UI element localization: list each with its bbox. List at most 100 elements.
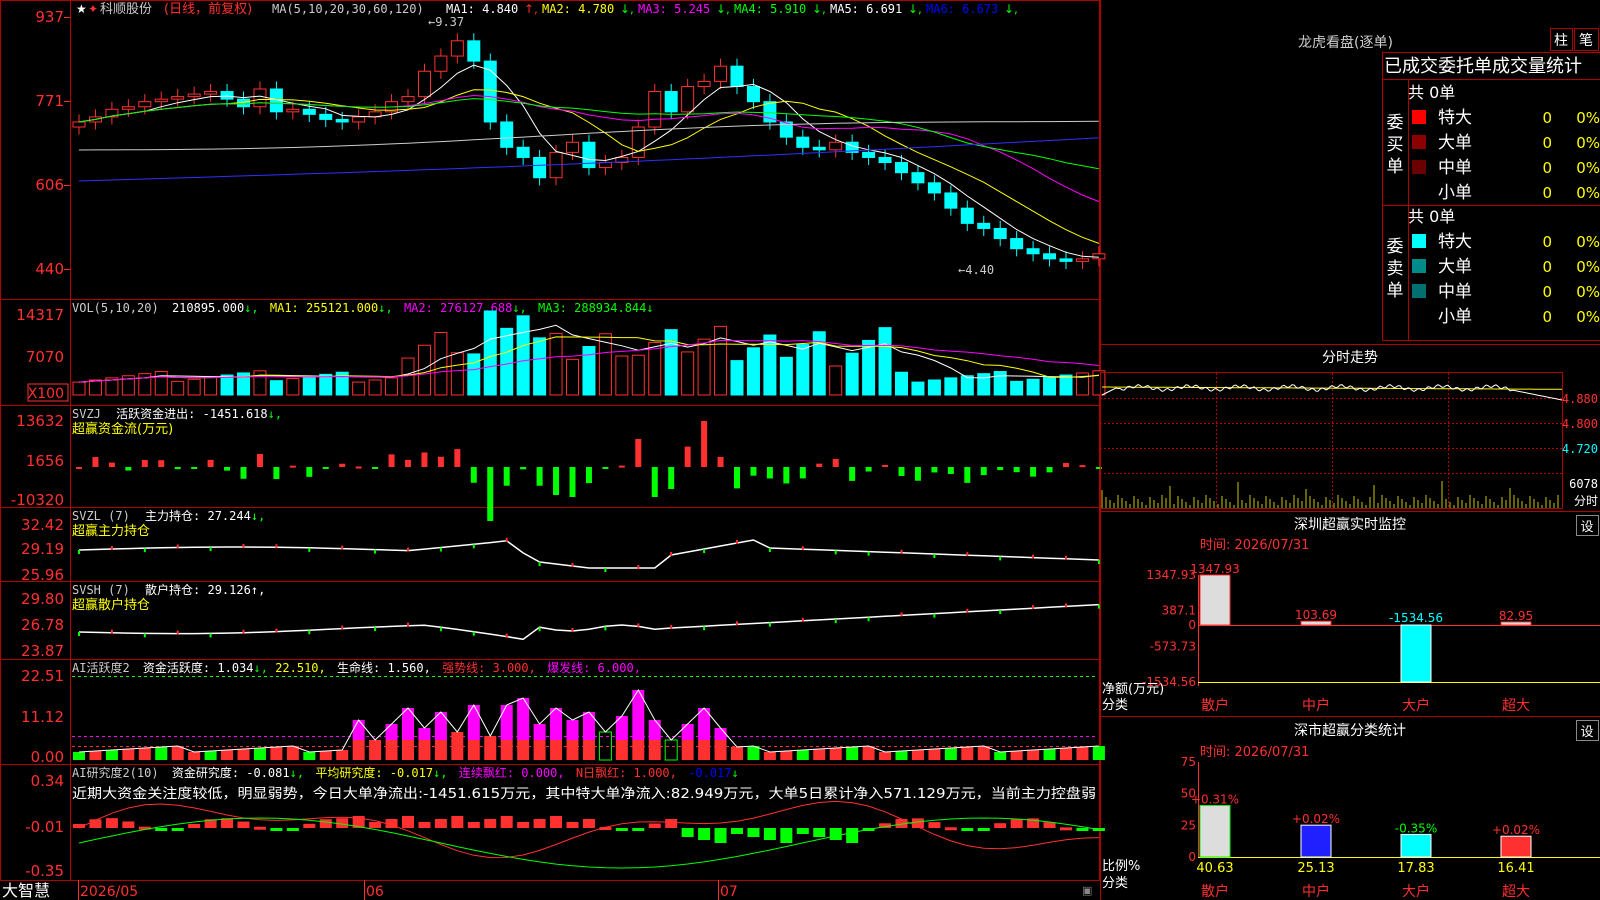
volume-bar: [730, 360, 744, 396]
svzl-line-tick: [176, 544, 179, 549]
activity-bar: [204, 751, 217, 760]
candle-body: [154, 98, 168, 103]
monitor-time: 时间: 2026/07/31: [1200, 538, 1309, 553]
volume-panel[interactable]: 14317 7070 X100 VOL(5,10,20) 210895.000↓…: [16, 301, 1106, 402]
stock-name: 科顺股份: [100, 2, 152, 17]
ai2-tick-0: 0.34: [31, 772, 64, 790]
research-bar: [961, 828, 974, 831]
svsh-line-tick: [637, 623, 640, 628]
class-cat-0: 散户: [1201, 883, 1229, 900]
svsh-line-tick: [571, 627, 574, 632]
volume-bar: [516, 315, 530, 396]
svzl-line-tick: [1032, 554, 1035, 559]
fund-flow-bar: [339, 463, 346, 467]
volume-bar: [944, 377, 958, 396]
vol-tick-0: 14317: [16, 306, 64, 324]
fund-flow-bar: [520, 467, 527, 470]
svzl-line-tick: [867, 551, 870, 556]
svzl-tick-1: 29.19: [21, 540, 64, 558]
volume-bar: [352, 381, 366, 396]
sell-group-char: 委: [1387, 237, 1404, 257]
candle-body: [566, 141, 579, 153]
activity-bar: [763, 752, 776, 760]
intraday-avg-line: [1102, 386, 1562, 390]
class-cat-2: 大户: [1402, 883, 1430, 900]
volume-bar: [171, 380, 185, 396]
buy-swatch-1: [1412, 135, 1426, 149]
class-settings-label: 设: [1580, 725, 1593, 740]
stock-chart-canvas[interactable]: 937 771 606 440 ★ ✦ 科顺股份 (日线，前复权) MA(5,1…: [0, 0, 1600, 900]
monitor-tick-1: 387.1: [1162, 604, 1196, 618]
activity-bar: [879, 752, 892, 760]
candle-body: [714, 65, 728, 82]
activity-bar: [138, 748, 151, 760]
svzl-line-tick: [242, 544, 245, 549]
high-price-label: ←9.37: [428, 15, 464, 29]
class-cat-3: 超大: [1502, 884, 1530, 900]
activity-bar: [319, 751, 332, 760]
fund-flow-bar: [882, 465, 889, 468]
activity-bar: [336, 750, 349, 760]
activity-bar: [796, 750, 809, 760]
intraday-tick-0: 4.880: [1562, 392, 1598, 406]
fund-flow-bar: [454, 449, 461, 467]
intraday-title: 分时走势: [1322, 350, 1378, 366]
low-price-label: ←4.40: [958, 263, 994, 277]
price-panel[interactable]: 937 771 606 440 ★ ✦ 科顺股份 (日线，前复权) MA(5,1…: [35, 1, 1106, 278]
sell-pct-0: 0%: [1576, 233, 1600, 251]
monitor-cat-3: 超大: [1502, 698, 1530, 714]
monitor-bar-大户: [1400, 624, 1432, 683]
activity-bar-base: [714, 740, 727, 760]
activity-bar: [681, 724, 694, 740]
volume-bar: [1059, 374, 1073, 396]
volume-bar: [615, 355, 629, 396]
svsh-line-tick: [1032, 605, 1035, 610]
sell-pct-3: 0%: [1576, 308, 1600, 326]
fund-flow-bar: [1063, 463, 1069, 467]
volume-bar: [681, 351, 695, 396]
sell-total: 共 0单: [1408, 207, 1455, 226]
buy-count-1: 0: [1542, 134, 1552, 152]
svzl-line-tick: [801, 546, 804, 551]
candle-body: [1075, 258, 1089, 262]
research-bar: [319, 819, 332, 828]
class-change-0: +0.31%: [1191, 793, 1239, 807]
main-force-panel[interactable]: 32.42 29.19 25.96 SVZL (7) 主力持仓: 27.244↓…: [21, 508, 1100, 584]
svzj-tick-1: 1656: [26, 452, 64, 470]
volume-bar: [895, 371, 908, 396]
volume-bar: [253, 370, 267, 396]
volume-bar: [697, 338, 711, 396]
volume-bar: [993, 371, 1007, 396]
research-bar: [188, 823, 201, 828]
tab-bi-label: 笔: [1579, 33, 1593, 49]
volume-bar: [385, 377, 399, 396]
ai-research-panel[interactable]: 0.34 -0.01 -0.35 AI研究度2(10) 资金研究度: -0.08…: [25, 765, 1105, 880]
buy-name-1: 大单: [1438, 133, 1472, 153]
research-bar: [714, 828, 727, 843]
ai-activity-panel[interactable]: 22.51 11.12 0.00 AI活跃度2 资金活跃度: 1.034↓, 2…: [21, 660, 1105, 766]
svzl-tick-0: 32.42: [21, 516, 64, 534]
ma-header: MA(5,10,20,30,60,120): [272, 2, 424, 16]
monitor-cat-0: 散户: [1201, 697, 1229, 714]
activity-bar-base: [582, 740, 595, 760]
svsh-line-tick: [1097, 604, 1100, 609]
candle-body: [927, 182, 941, 194]
class-time: 时间: 2026/07/31: [1200, 745, 1309, 760]
retail-panel[interactable]: 29.80 26.78 23.87 SVSH (7) 散户持仓: 29.126↑…: [21, 582, 1100, 660]
research-bar: [1010, 818, 1023, 828]
svzl-line-tick: [374, 549, 377, 554]
fund-flow-bar: [125, 467, 132, 471]
candle-body: [335, 118, 349, 123]
fund-flow-bar: [898, 467, 905, 477]
candle-body: [533, 156, 547, 179]
candle-body: [121, 106, 135, 110]
right-panel[interactable]: 龙虎看盘(逐单) 柱 笔 已成交委托单成交量统计 共 0单 共 0单 委买单 委…: [1100, 28, 1600, 900]
fund-flow-panel[interactable]: 13632 1656 -10320 SVZJ 活跃资金进出: -1451.618…: [11, 406, 1102, 521]
candle-body: [1092, 253, 1106, 260]
research-bar: [253, 826, 266, 830]
activity-bar: [1043, 749, 1056, 760]
fund-flow-bar: [569, 467, 576, 497]
activity-bar: [89, 751, 102, 760]
buy-swatch-2: [1412, 160, 1426, 174]
sell-group-label: 委卖单: [1387, 237, 1404, 301]
